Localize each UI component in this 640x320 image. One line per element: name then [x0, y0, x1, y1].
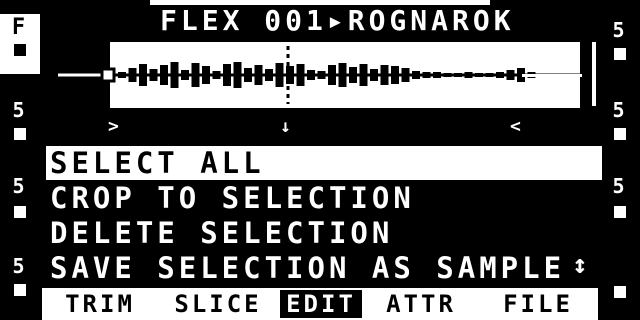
right-side-label-2: 5	[612, 98, 628, 122]
tab-attr[interactable]: ATTR	[364, 288, 478, 320]
right-side-label-3: 5	[612, 174, 628, 198]
side-tab-f-square-icon	[14, 44, 26, 56]
menu-item-save-selection-as-sample[interactable]: SAVE SELECTION AS SAMPLE	[46, 251, 570, 285]
left-side-label-3: 5	[12, 254, 28, 278]
right-square-icon-4	[614, 286, 626, 298]
left-square-icon-1	[14, 128, 26, 140]
scroll-track	[592, 42, 596, 106]
sample-title: FLEX 001▸rognarok	[160, 4, 515, 37]
right-square-icon-1	[614, 48, 626, 60]
playhead-marker-icon: ↓	[280, 116, 294, 137]
right-side-label-1: 5	[612, 18, 628, 42]
left-square-icon-2	[14, 206, 26, 218]
scroll-arrows-icon: ↕	[572, 250, 591, 280]
left-side-label-1: 5	[12, 98, 28, 122]
left-square-icon-3	[14, 284, 26, 296]
waveform-tail-line	[522, 74, 582, 77]
right-square-icon-2	[614, 128, 626, 140]
start-marker-icon: >	[108, 116, 122, 137]
menu-item-delete-selection[interactable]: DELETE SELECTION	[46, 216, 570, 250]
waveform[interactable]	[58, 42, 588, 108]
bottom-tabs: TRIM SLICE EDIT ATTR FILE	[42, 288, 598, 320]
waveform-bars	[110, 62, 536, 88]
tab-file[interactable]: FILE	[478, 288, 598, 320]
left-side-label-2: 5	[12, 174, 28, 198]
end-marker-icon: <	[510, 116, 524, 137]
menu-item-crop-to-selection[interactable]: CROP TO SELECTION	[46, 181, 570, 215]
start-handle-icon	[100, 67, 116, 83]
tab-slice[interactable]: SLICE	[158, 288, 278, 320]
right-square-icon-3	[614, 206, 626, 218]
side-tab-f-label: F	[11, 15, 29, 40]
menu-item-select-all[interactable]: SELECT ALL	[46, 146, 602, 180]
tab-trim[interactable]: TRIM	[42, 288, 158, 320]
tab-edit[interactable]: EDIT	[278, 288, 364, 320]
side-tab-f[interactable]: F	[0, 14, 40, 74]
